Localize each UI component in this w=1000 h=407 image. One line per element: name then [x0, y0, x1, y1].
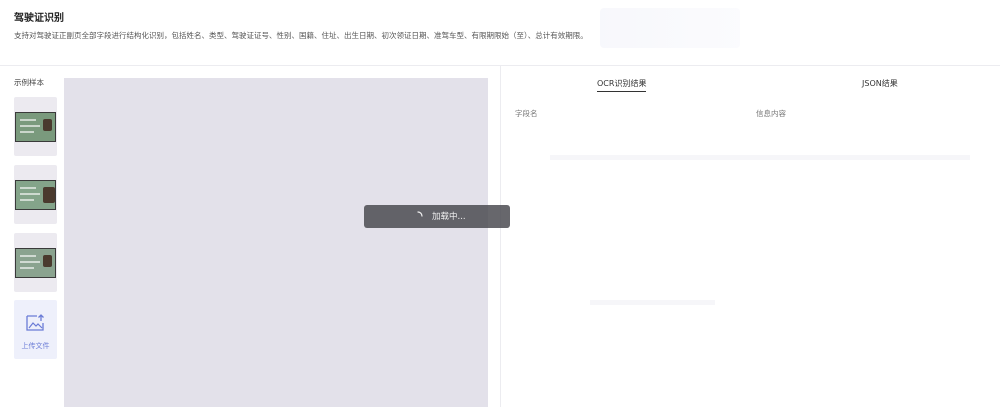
image-preview-area — [64, 78, 488, 407]
image-upload-icon — [26, 314, 44, 331]
sample-thumbnail-3[interactable] — [14, 233, 57, 292]
column-header-field-name: 字段名 — [515, 109, 538, 118]
sample-section-label: 示例样本 — [14, 78, 44, 87]
column-header-info-content: 信息内容 — [756, 109, 786, 118]
page-title: 驾驶证识别 — [14, 13, 64, 24]
page-description: 支持对驾驶证正副页全部字段进行结构化识别，包括姓名、类型、驾驶证证号、性别、国籍… — [14, 31, 588, 40]
panel-divider — [500, 66, 501, 407]
license-card-image — [15, 248, 56, 278]
license-photo — [43, 255, 52, 267]
placeholder-row — [550, 155, 970, 160]
license-card-image — [15, 112, 56, 142]
tab-ocr-result[interactable]: OCR识别结果 — [597, 78, 647, 92]
loading-toast: 加载中... — [364, 205, 510, 228]
license-card-image — [15, 180, 56, 210]
upload-file-label: 上传文件 — [21, 342, 50, 350]
upload-file-button[interactable]: 上传文件 — [14, 300, 57, 359]
header-decoration — [600, 8, 740, 48]
sample-thumbnail-1[interactable] — [14, 97, 57, 156]
loading-text: 加载中... — [432, 212, 466, 222]
loading-spinner-icon — [417, 211, 423, 217]
sample-thumbnail-2[interactable] — [14, 165, 57, 224]
license-photo — [43, 187, 55, 203]
page-header: 驾驶证识别 支持对驾驶证正副页全部字段进行结构化识别，包括姓名、类型、驾驶证证号… — [0, 0, 1000, 66]
placeholder-row — [590, 300, 715, 305]
tab-json-result[interactable]: JSON结果 — [862, 78, 898, 89]
license-photo — [43, 119, 52, 131]
